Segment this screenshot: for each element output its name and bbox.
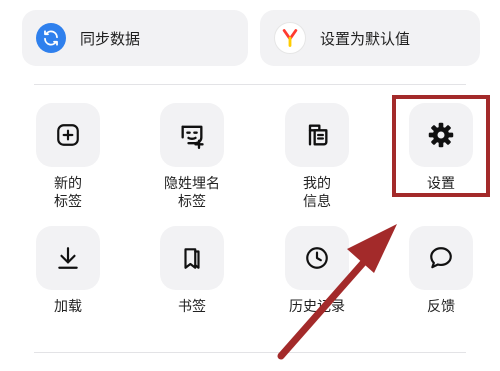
sync-data-label: 同步数据 [80, 29, 141, 48]
set-default-button[interactable]: 设置为默认值 [260, 10, 480, 66]
incognito-tab-label: 隐姓埋名 标签 [164, 176, 220, 210]
downloads-label: 加载 [54, 299, 82, 315]
settings-highlight-box [392, 95, 490, 197]
feedback-label: 反馈 [427, 299, 455, 315]
bookmarks-label: 书签 [178, 299, 206, 315]
downloads-button[interactable] [36, 226, 100, 290]
new-tab-label: 新的 标签 [54, 176, 82, 210]
sync-data-button[interactable]: 同步数据 [22, 10, 248, 66]
set-default-label: 设置为默认值 [320, 29, 411, 48]
new-tab-button[interactable] [36, 103, 100, 167]
bookmark-icon [179, 245, 205, 271]
top-divider [34, 84, 466, 85]
feedback-button[interactable] [409, 226, 473, 290]
bookmarks-button[interactable] [160, 226, 224, 290]
download-icon [55, 245, 81, 271]
id-card-icon [303, 121, 331, 149]
bottom-divider [34, 352, 466, 353]
history-button[interactable] [285, 226, 349, 290]
clock-icon [304, 245, 330, 271]
my-info-label: 我的 信息 [303, 176, 331, 210]
my-info-button[interactable] [285, 103, 349, 167]
plus-square-icon [55, 122, 81, 148]
sync-icon [36, 23, 66, 53]
incognito-tab-button[interactable] [160, 103, 224, 167]
incognito-mask-icon [178, 121, 206, 149]
chat-bubble-icon [428, 245, 454, 271]
yandex-logo-icon [274, 22, 306, 54]
history-label: 历史记录 [289, 299, 345, 315]
